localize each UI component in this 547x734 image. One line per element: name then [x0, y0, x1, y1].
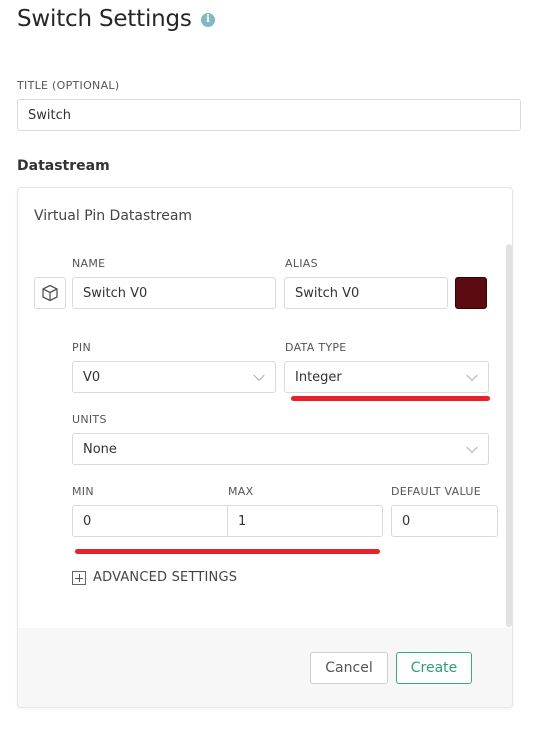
units-select[interactable]: None [72, 433, 489, 465]
default-value-input-value: 0 [402, 513, 411, 529]
name-label: NAME [72, 257, 106, 270]
datastream-card-title: Virtual Pin Datastream [34, 208, 193, 224]
title-input[interactable]: Switch [17, 99, 521, 131]
pin-select-value: V0 [83, 369, 101, 385]
chevron-down-icon [466, 369, 478, 382]
datastream-card: Virtual Pin Datastream NAME ALIAS Switch… [17, 187, 513, 708]
data-type-select[interactable]: Integer [284, 361, 489, 393]
info-icon[interactable]: i [201, 13, 215, 27]
chevron-down-icon [253, 369, 265, 382]
title-field-label: TITLE (OPTIONAL) [17, 79, 120, 92]
annotation-underline-data-type [291, 396, 490, 401]
default-value-label: DEFAULT VALUE [391, 485, 481, 498]
create-button[interactable]: Create [396, 652, 472, 684]
units-select-value: None [83, 441, 117, 457]
min-input[interactable]: 0 [72, 505, 228, 537]
cube-icon [42, 284, 58, 302]
card-footer: Cancel Create [18, 628, 512, 707]
units-label: UNITS [72, 413, 107, 426]
alias-label: ALIAS [285, 257, 318, 270]
max-label: MAX [228, 485, 254, 498]
min-label: MIN [72, 485, 94, 498]
datastream-section-label: Datastream [17, 158, 110, 174]
cancel-button[interactable]: Cancel [310, 652, 388, 684]
advanced-settings-label: ADVANCED SETTINGS [93, 570, 238, 585]
alias-input[interactable]: Switch V0 [284, 277, 448, 309]
max-input[interactable]: 1 [227, 505, 383, 537]
plus-icon [72, 570, 86, 585]
annotation-underline-min-max [75, 549, 380, 554]
scrollbar[interactable] [506, 244, 512, 627]
page-title: Switch Settings [17, 6, 192, 32]
data-type-select-value: Integer [295, 369, 342, 385]
color-picker-swatch[interactable] [455, 277, 487, 309]
pin-select[interactable]: V0 [72, 361, 276, 393]
name-input[interactable]: Switch V0 [72, 277, 276, 309]
datastream-type-button[interactable] [34, 277, 66, 309]
chevron-down-icon [466, 441, 478, 454]
default-value-input[interactable]: 0 [391, 505, 498, 537]
alias-input-value: Switch V0 [295, 285, 360, 301]
advanced-settings-toggle[interactable]: ADVANCED SETTINGS [72, 570, 237, 585]
title-input-value: Switch [28, 107, 71, 123]
data-type-label: DATA TYPE [285, 341, 347, 354]
pin-label: PIN [72, 341, 92, 354]
max-input-value: 1 [238, 513, 247, 529]
name-input-value: Switch V0 [83, 285, 148, 301]
min-input-value: 0 [83, 513, 92, 529]
